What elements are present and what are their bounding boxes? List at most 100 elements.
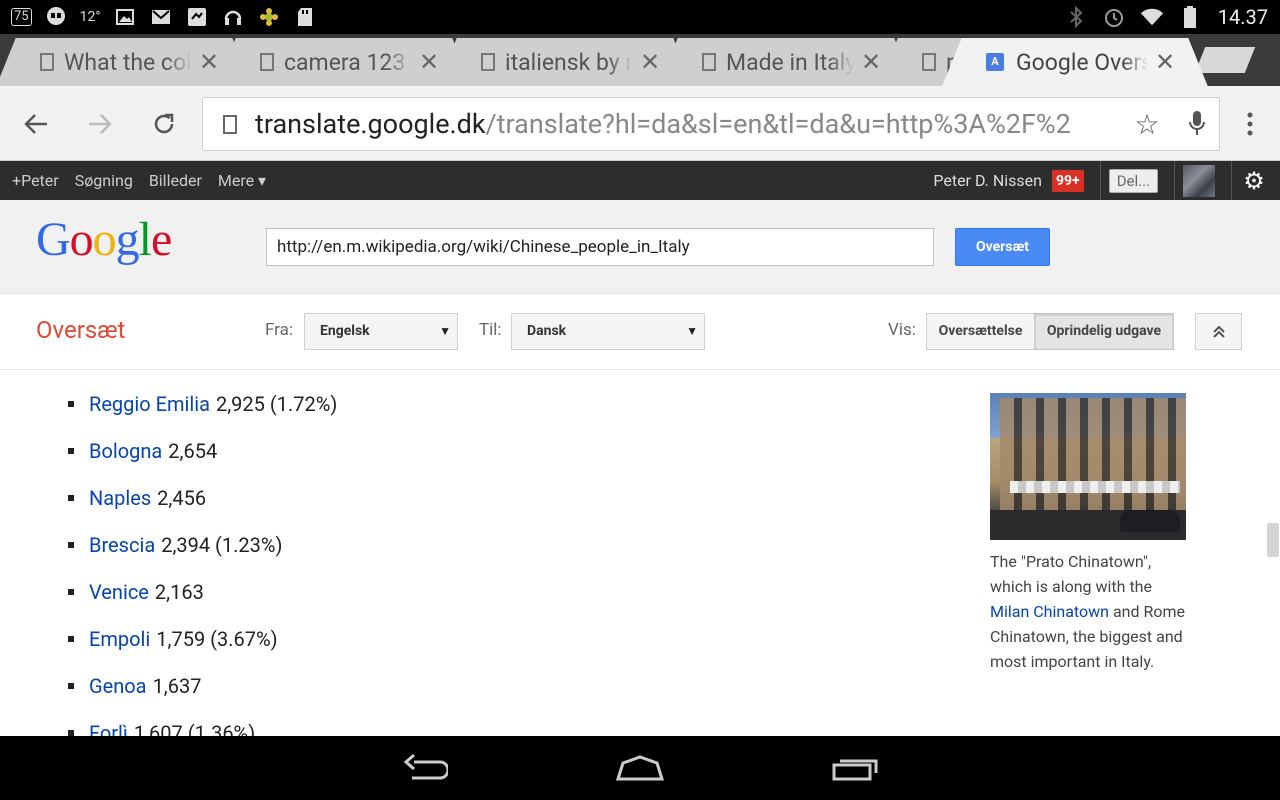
close-tab-icon[interactable]: ✕ — [1154, 48, 1176, 76]
page-icon — [481, 53, 495, 71]
url-path: /translate?hl=da&sl=en&tl=da&u=http%3A%2… — [485, 108, 1071, 140]
milan-chinatown-link[interactable]: Milan Chinatown — [990, 602, 1109, 621]
tab-title: italiensk by r — [505, 48, 633, 76]
browser-tab[interactable]: italiensk by r ✕ — [459, 38, 671, 86]
bullet — [68, 635, 74, 642]
new-tab-button[interactable] — [1194, 47, 1256, 73]
google-logo[interactable]: Google — [36, 212, 172, 267]
divider — [1174, 161, 1175, 200]
page-icon — [260, 53, 274, 71]
status-bar: 75 12° 14.37 — [0, 0, 1280, 34]
translate-button[interactable]: Oversæt — [955, 228, 1050, 266]
gbar-link-images[interactable]: Billeder — [149, 171, 202, 190]
city-link[interactable]: Reggio Emilia — [89, 392, 210, 416]
browser-tab[interactable]: What the col ✕ — [18, 38, 230, 86]
alarm-icon — [1102, 5, 1126, 29]
close-tab-icon[interactable]: ✕ — [860, 48, 882, 76]
page-content: Reggio Emilia 2,925 (1.72%) Bologna 2,654 … — [0, 370, 1280, 736]
address-url[interactable]: translate.google.dk/translate?hl=da&sl=e… — [255, 108, 1127, 140]
page-icon — [702, 53, 716, 71]
bullet — [68, 588, 74, 595]
nav-home-button[interactable] — [610, 750, 670, 786]
dropdown-arrow-icon: ▼ — [439, 324, 451, 338]
list-item: Venice 2,163 — [68, 568, 337, 615]
double-chevron-up-icon — [1212, 325, 1225, 338]
city-link[interactable]: Bologna — [89, 439, 162, 463]
forward-arrow-icon — [89, 114, 112, 134]
city-stat: 2,925 (1.72%) — [216, 391, 338, 416]
list-item: Genoa 1,637 — [68, 662, 337, 709]
share-button[interactable]: Del... — [1108, 168, 1158, 193]
source-language-select[interactable]: Engelsk ▼ — [304, 313, 458, 350]
city-link[interactable]: Forlì — [89, 721, 128, 737]
city-link[interactable]: Empoli — [89, 627, 150, 651]
tab-title: camera 123 p — [284, 48, 412, 76]
view-label: Vis: — [888, 320, 916, 340]
reload-icon — [154, 113, 174, 134]
bullet — [68, 541, 74, 548]
translate-header: Google http://en.m.wikipedia.org/wiki/Ch… — [0, 200, 1280, 294]
refresh-square-icon — [185, 5, 209, 29]
list-item: Reggio Emilia 2,925 (1.72%) — [68, 380, 337, 427]
recent-apps-icon — [832, 759, 878, 781]
url-input[interactable]: http://en.m.wikipedia.org/wiki/Chinese_p… — [266, 228, 934, 266]
target-language-select[interactable]: Dansk ▼ — [511, 313, 705, 350]
tab-title: Google Overs — [1016, 48, 1148, 76]
view-original-button[interactable]: Oprindelig udgave — [1034, 313, 1174, 350]
city-link[interactable]: Venice — [89, 580, 149, 604]
home-icon — [615, 755, 665, 781]
gbar-link-more[interactable]: Mere ▾ — [218, 171, 266, 190]
gbar-link-plus[interactable]: +Peter — [12, 171, 59, 190]
headphones-icon — [221, 5, 245, 29]
city-link[interactable]: Genoa — [89, 674, 147, 698]
image-icon — [113, 5, 137, 29]
system-nav-bar — [0, 736, 1280, 800]
bullet — [68, 682, 74, 689]
dropdown-arrow-icon: ▼ — [686, 324, 698, 338]
reload-button[interactable] — [146, 106, 182, 142]
gbar-link-search[interactable]: Søgning — [75, 171, 133, 190]
browser-tab-active[interactable]: A Google Overs ✕ — [964, 38, 1186, 86]
close-tab-icon[interactable]: ✕ — [418, 48, 440, 76]
microphone-icon[interactable] — [1175, 110, 1219, 138]
view-translation-button[interactable]: Oversættelse — [926, 313, 1035, 350]
gmail-icon — [149, 5, 173, 29]
address-bar[interactable]: translate.google.dk/translate?hl=da&sl=e… — [202, 97, 1220, 151]
avatar[interactable] — [1183, 164, 1215, 197]
prato-chinatown-photo[interactable] — [990, 393, 1186, 540]
user-name[interactable]: Peter D. Nissen — [933, 171, 1042, 190]
back-icon — [403, 754, 448, 780]
city-link[interactable]: Naples — [89, 486, 151, 510]
divider — [1099, 161, 1101, 200]
url-host: translate.google.dk — [255, 108, 486, 140]
nav-recents-button[interactable] — [826, 750, 886, 786]
collapse-button[interactable] — [1195, 313, 1242, 350]
tab-title: What the col — [64, 48, 192, 76]
screen: 75 12° 14.37 What the col ✕ camera 123 p… — [0, 0, 1280, 800]
browser-tab[interactable]: camera 123 p ✕ — [238, 38, 450, 86]
notifications-badge[interactable]: 99+ — [1051, 169, 1084, 192]
gear-icon[interactable]: ⚙ — [1240, 167, 1268, 195]
clock-time: 14.37 — [1217, 5, 1268, 29]
close-tab-icon[interactable]: ✕ — [639, 48, 661, 76]
bookmark-star-icon[interactable]: ☆ — [1127, 108, 1167, 141]
bullet — [68, 447, 74, 454]
bullet — [68, 729, 74, 736]
translate-options: Oversæt Fra: Engelsk ▼ Til: Dansk ▼ Vis: O… — [0, 294, 1280, 370]
close-tab-icon[interactable]: ✕ — [198, 48, 220, 76]
menu-button[interactable] — [1232, 106, 1268, 142]
sd-card-icon — [293, 5, 317, 29]
city-link[interactable]: Brescia — [89, 533, 155, 557]
list-item: Naples 2,456 — [68, 474, 337, 521]
browser-tab[interactable]: Made in Italy ✕ — [680, 38, 892, 86]
hangouts-icon — [44, 5, 68, 29]
bluetooth-icon — [1064, 5, 1088, 29]
tab-title: Made in Italy — [726, 48, 854, 76]
city-stat: 2,456 — [157, 485, 207, 510]
forward-button[interactable] — [82, 106, 118, 142]
back-button[interactable] — [18, 106, 54, 142]
nav-back-button[interactable] — [394, 750, 454, 786]
scrollbar-thumb[interactable] — [1267, 523, 1279, 557]
figure-caption: The "Prato Chinatown", which is along wi… — [990, 552, 1185, 671]
google-bar: +Peter Søgning Billeder Mere ▾ Peter D. … — [0, 161, 1280, 200]
